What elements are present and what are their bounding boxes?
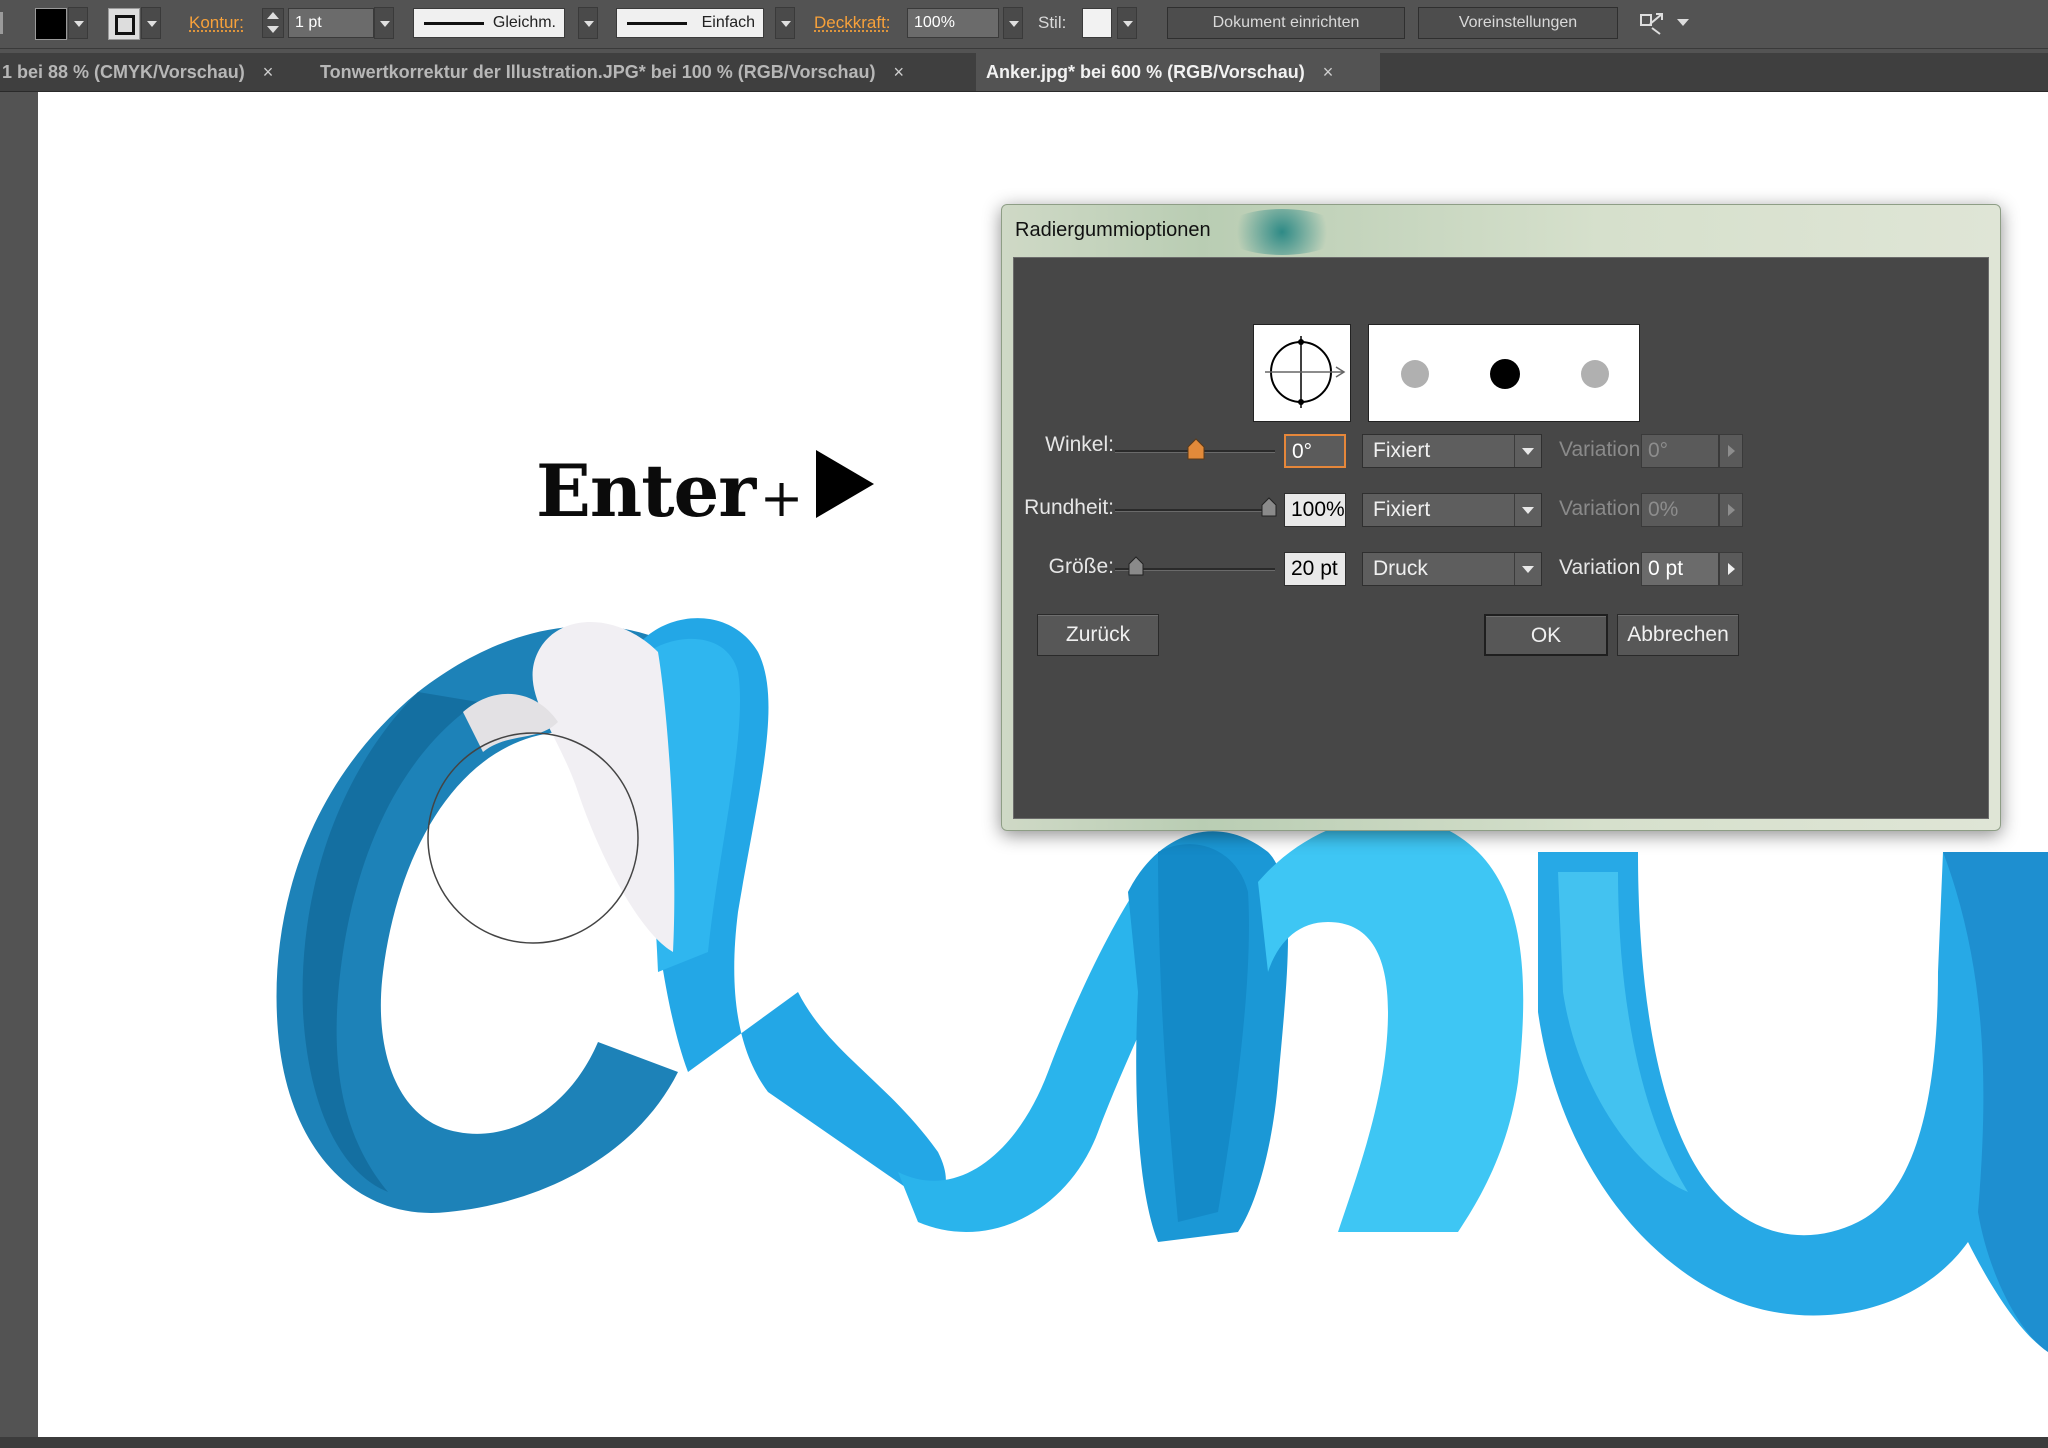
tab-label: Anker.jpg* bei 600 % (RGB/Vorschau) (986, 62, 1305, 82)
brush-size-preview (1368, 324, 1640, 422)
tab-label: 1 bei 88 % (CMYK/Vorschau) (2, 62, 245, 82)
tab-document-2[interactable]: Tonwertkorrektur der Illustration.JPG* b… (310, 53, 914, 91)
roundness-field[interactable]: 100% (1284, 493, 1346, 527)
opacity-label[interactable]: Deckkraft: (814, 13, 891, 33)
fill-dropdown-arrow[interactable] (68, 7, 88, 39)
keyboard-hint-overlay: Enter + (536, 448, 876, 538)
roundness-variation-label: Variation: (1559, 497, 1647, 520)
stroke-profile-select[interactable]: Gleichm. (413, 8, 565, 38)
angle-slider-handle[interactable] (1187, 438, 1205, 465)
contour-label[interactable]: Kontur: (189, 13, 244, 33)
roundness-slider-handle[interactable] (1261, 497, 1277, 522)
document-tab-bar: 1 bei 88 % (CMYK/Vorschau) × Tonwertkorre… (0, 53, 2048, 92)
stroke-color-swatch[interactable] (108, 8, 140, 40)
control-bar: Kontur: 1 pt Gleichm. Einfach Deckkraft:… (0, 0, 2048, 49)
min-size-dot (1401, 360, 1429, 388)
size-mode-label: Druck (1373, 557, 1428, 580)
angle-mode-label: Fixiert (1373, 439, 1431, 462)
chevron-down-icon (1514, 435, 1541, 467)
chevron-down-icon (1514, 494, 1541, 526)
brush-definition-dropdown[interactable] (775, 7, 795, 39)
angle-variation-arrow (1719, 434, 1743, 468)
angle-label: Winkel: (1045, 433, 1114, 456)
opacity-dropdown[interactable] (1003, 7, 1023, 39)
size-slider-handle[interactable] (1128, 556, 1144, 581)
size-variation-label: Variation: (1559, 556, 1647, 579)
status-bar (0, 1437, 2048, 1448)
stroke-dropdown-arrow[interactable] (141, 7, 161, 39)
tab-document-1[interactable]: 1 bei 88 % (CMYK/Vorschau) × (0, 53, 283, 91)
roundness-mode-label: Fixiert (1373, 498, 1431, 521)
current-size-dot (1490, 359, 1520, 389)
angle-variation-field: 0° (1641, 434, 1719, 468)
size-mode-select[interactable]: Druck (1362, 552, 1542, 586)
contour-weight-dropdown[interactable] (374, 7, 394, 39)
size-variation-field[interactable]: 0 pt (1641, 552, 1719, 586)
brush-definition-label: Einfach (701, 14, 755, 31)
dialog-title: Radiergummioptionen (1015, 219, 1211, 241)
close-icon[interactable]: × (893, 62, 904, 82)
roundness-slider-track[interactable] (1115, 509, 1275, 512)
size-variation-arrow[interactable] (1719, 552, 1743, 586)
stroke-profile-dropdown[interactable] (578, 7, 598, 39)
panel-grip[interactable] (0, 12, 3, 34)
max-size-dot (1581, 360, 1609, 388)
reset-button[interactable]: Zurück (1037, 614, 1159, 656)
angle-mode-select[interactable]: Fixiert (1362, 434, 1542, 468)
preferences-button[interactable]: Voreinstellungen (1418, 7, 1618, 39)
crosshair-circle-icon (1265, 336, 1346, 408)
style-dropdown[interactable] (1117, 7, 1137, 39)
chevron-down-icon (1514, 553, 1541, 585)
size-label: Größe: (1048, 555, 1114, 578)
arrange-documents-icon[interactable] (1638, 10, 1666, 36)
size-field[interactable]: 20 pt (1284, 552, 1346, 586)
arrange-dropdown-arrow[interactable] (1677, 19, 1689, 26)
enter-key-text: Enter (536, 448, 756, 533)
tab-label: Tonwertkorrektur der Illustration.JPG* b… (320, 62, 876, 82)
angle-field[interactable]: 0° (1284, 434, 1346, 468)
ok-button[interactable]: OK (1484, 614, 1608, 656)
dialog-content: Winkel: 0° Fixiert Variation: 0° Rundhei… (1013, 257, 1989, 819)
opacity-field[interactable]: 100% (907, 8, 999, 38)
close-icon[interactable]: × (263, 62, 274, 82)
roundness-mode-select[interactable]: Fixiert (1362, 493, 1542, 527)
angle-variation-label: Variation: (1559, 438, 1647, 461)
style-swatch[interactable] (1082, 8, 1112, 38)
tab-document-3[interactable]: Anker.jpg* bei 600 % (RGB/Vorschau) × (976, 53, 1380, 91)
title-glass-glow (1222, 209, 1342, 255)
close-icon[interactable]: × (1323, 62, 1334, 82)
document-setup-button[interactable]: Dokument einrichten (1167, 7, 1405, 39)
play-triangle-icon (815, 450, 874, 518)
brush-definition-select[interactable]: Einfach (616, 8, 764, 38)
plus-sign: + (759, 469, 804, 529)
roundness-variation-field: 0% (1641, 493, 1719, 527)
contour-stepper[interactable] (262, 8, 284, 38)
contour-weight-field[interactable]: 1 pt (288, 8, 374, 38)
style-label: Stil: (1038, 13, 1067, 32)
fill-color-swatch[interactable] (35, 8, 67, 40)
left-gutter (0, 92, 38, 1448)
brush-angle-roundness-preview[interactable] (1253, 324, 1351, 422)
roundness-variation-arrow (1719, 493, 1743, 527)
stroke-profile-label: Gleichm. (492, 14, 556, 31)
roundness-label: Rundheit: (1024, 496, 1114, 519)
cancel-button[interactable]: Abbrechen (1617, 614, 1739, 656)
eraser-options-dialog: Radiergummioptionen Winkel: 0° Fixiert V… (1001, 204, 2001, 831)
